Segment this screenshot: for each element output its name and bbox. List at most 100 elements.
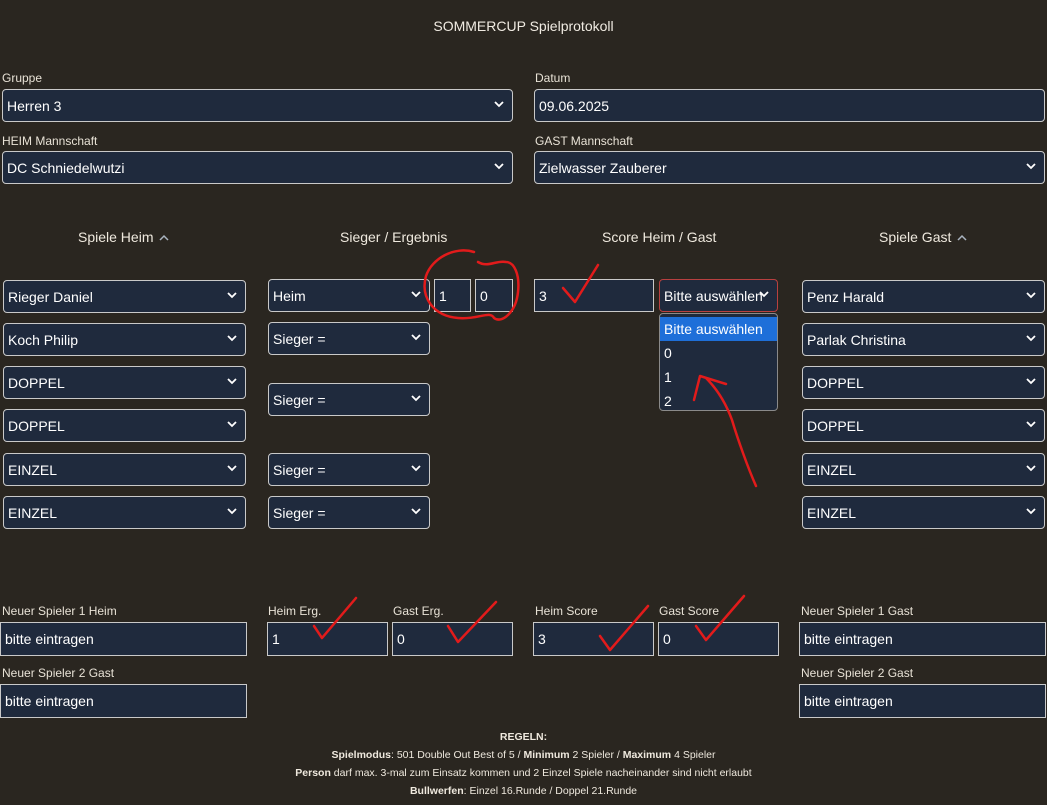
chevron-down-icon	[1026, 506, 1036, 516]
score-gast-select[interactable]: Bitte auswählen	[659, 279, 778, 312]
chevron-up-icon	[159, 229, 170, 245]
neuer-spieler-1-heim-label: Neuer Spieler 1 Heim	[2, 604, 117, 618]
heim-player-select-6[interactable]: EINZEL	[3, 496, 246, 529]
winner-select-5[interactable]: Sieger =	[268, 496, 430, 529]
gast-erg-input[interactable]: 0	[392, 622, 513, 656]
neuer-spieler-2-gast-label: Neuer Spieler 2 Gast	[801, 666, 914, 680]
gast-player-select-5[interactable]: EINZEL	[802, 453, 1045, 486]
rules-term: Person	[295, 767, 331, 779]
neuer-spieler-2-gast-input[interactable]: bitte eintragen	[799, 684, 1046, 718]
winner-select-3[interactable]: Sieger =	[268, 383, 430, 416]
score-gast-value: Bitte auswählen	[664, 287, 763, 304]
rules-text: 2 Spieler /	[569, 749, 623, 761]
chevron-down-icon	[227, 419, 237, 429]
neuer-spieler-1-heim-input[interactable]: bitte eintragen	[0, 622, 247, 656]
heim-player-value: EINZEL	[8, 504, 58, 521]
chevron-down-icon	[1026, 161, 1036, 171]
dropdown-option[interactable]: 0	[660, 341, 777, 365]
gast-player-value: Parlak Christina	[807, 331, 906, 348]
heim-erg-input[interactable]: 1	[267, 622, 388, 656]
rules-term: Spielmodus	[331, 749, 391, 761]
chevron-down-icon	[227, 290, 237, 300]
chevron-down-icon	[1026, 376, 1036, 386]
dropdown-option[interactable]: 2	[660, 389, 777, 413]
heim-player-select-2[interactable]: Koch Philip	[3, 323, 246, 356]
heim-player-select-1[interactable]: Rieger Daniel	[3, 280, 246, 313]
rules-line-3: Bullwerfen: Einzel 16.Runde / Doppel 21.…	[0, 782, 1047, 800]
input-value: 3	[538, 631, 546, 647]
chevron-down-icon	[1026, 290, 1036, 300]
result-heim-value: 1	[439, 287, 447, 304]
gruppe-select[interactable]: Herren 3	[2, 89, 513, 122]
chevron-down-icon	[1026, 463, 1036, 473]
input-value: 0	[663, 631, 671, 647]
chevron-down-icon	[227, 463, 237, 473]
dropdown-option[interactable]: 1	[660, 365, 777, 389]
column-header-spiele-gast[interactable]: Spiele Gast	[879, 229, 967, 245]
result-gast-value: 0	[480, 287, 488, 304]
rules-text: : 501 Double Out Best of 5 /	[391, 749, 524, 761]
datum-input[interactable]: 09.06.2025	[534, 89, 1045, 122]
winner-select-1[interactable]: Heim	[268, 279, 430, 312]
result-heim-input[interactable]: 1	[434, 279, 471, 312]
rules-heading: REGELN:	[499, 731, 548, 743]
page-title: SOMMERCUP Spielprotokoll	[433, 18, 614, 34]
winner-select-4[interactable]: Sieger =	[268, 453, 430, 486]
heim-player-value: DOPPEL	[8, 374, 65, 391]
gast-mannschaft-select[interactable]: Zielwasser Zauberer	[534, 151, 1045, 184]
gast-player-value: DOPPEL	[807, 374, 864, 391]
heim-player-select-4[interactable]: DOPPEL	[3, 409, 246, 442]
heim-player-value: Rieger Daniel	[8, 288, 93, 305]
heim-player-value: Koch Philip	[8, 331, 79, 348]
gast-mannschaft-label: GAST Mannschaft	[535, 134, 633, 148]
chevron-down-icon	[411, 393, 421, 403]
neuer-spieler-1-gast-input[interactable]: bitte eintragen	[799, 622, 1046, 656]
gast-player-select-1[interactable]: Penz Harald	[802, 280, 1045, 313]
heim-player-select-3[interactable]: DOPPEL	[3, 366, 246, 399]
input-value: 1	[272, 631, 280, 647]
input-value: bitte eintragen	[5, 631, 94, 647]
gast-erg-label: Gast Erg.	[393, 604, 444, 618]
column-header-spiele-heim[interactable]: Spiele Heim	[78, 229, 170, 245]
rules-term: Minimum	[523, 749, 570, 761]
heim-player-value: EINZEL	[8, 461, 58, 478]
chevron-down-icon	[227, 506, 237, 516]
input-value: 0	[397, 631, 405, 647]
chevron-down-icon	[411, 332, 421, 342]
dropdown-option[interactable]: Bitte auswählen	[660, 317, 777, 341]
gast-player-select-2[interactable]: Parlak Christina	[802, 323, 1045, 356]
heim-erg-label: Heim Erg.	[268, 604, 322, 618]
chevron-down-icon	[411, 506, 421, 516]
chevron-down-icon	[494, 161, 504, 171]
neuer-spieler-2-heim-input[interactable]: bitte eintragen	[0, 684, 247, 718]
column-header-label: Spiele Heim	[78, 229, 154, 245]
gast-player-select-3[interactable]: DOPPEL	[802, 366, 1045, 399]
gast-player-select-4[interactable]: DOPPEL	[802, 409, 1045, 442]
input-value: bitte eintragen	[5, 693, 94, 709]
heim-mannschaft-label: HEIM Mannschaft	[2, 134, 98, 148]
score-heim-value: 3	[539, 287, 547, 304]
gast-player-select-6[interactable]: EINZEL	[802, 496, 1045, 529]
heim-score-label: Heim Score	[535, 604, 598, 618]
heim-score-input[interactable]: 3	[533, 622, 654, 656]
heim-mannschaft-select[interactable]: DC Schniedelwutzi	[2, 151, 513, 184]
neuer-spieler-1-gast-label: Neuer Spieler 1 Gast	[801, 604, 914, 618]
chevron-down-icon	[494, 99, 504, 109]
input-value: bitte eintragen	[804, 693, 893, 709]
winner-value: Sieger =	[273, 391, 326, 408]
gruppe-label: Gruppe	[2, 71, 43, 85]
winner-value: Sieger =	[273, 504, 326, 521]
gast-player-value: DOPPEL	[807, 417, 864, 434]
result-gast-input[interactable]: 0	[475, 279, 513, 312]
winner-select-2[interactable]: Sieger =	[268, 322, 430, 355]
datum-label: Datum	[535, 71, 571, 85]
neuer-spieler-2-heim-label: Neuer Spieler 2 Gast	[2, 666, 115, 680]
chevron-down-icon	[411, 289, 421, 299]
chevron-down-icon	[1026, 419, 1036, 429]
score-heim-input[interactable]: 3	[534, 279, 654, 312]
rules-term: Maximum	[622, 749, 672, 761]
winner-value: Sieger =	[273, 461, 326, 478]
gast-score-input[interactable]: 0	[658, 622, 779, 656]
heim-player-select-5[interactable]: EINZEL	[3, 453, 246, 486]
gast-player-value: EINZEL	[807, 504, 857, 521]
